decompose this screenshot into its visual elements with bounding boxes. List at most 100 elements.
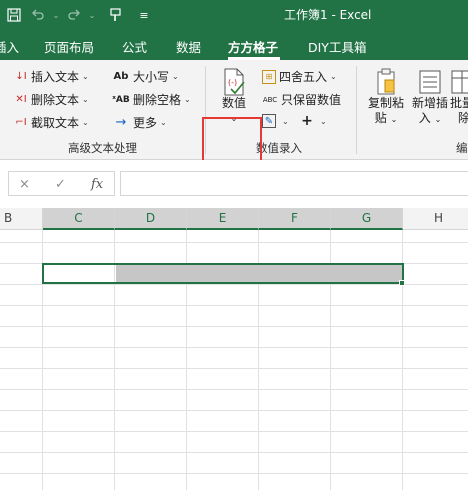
- insert-function-icon[interactable]: fx: [91, 177, 103, 192]
- extract-text-label: 截取文本: [31, 116, 80, 130]
- fill-handle[interactable]: [399, 280, 405, 286]
- delete-text-icon: ✕I: [15, 94, 27, 105]
- formula-input[interactable]: [120, 171, 468, 196]
- keep-value-label: 只保留数值: [281, 93, 342, 107]
- group-separator: [356, 66, 357, 154]
- column-header-c[interactable]: C: [43, 208, 115, 230]
- case-label: 大小写: [133, 70, 170, 84]
- grid-line: [0, 431, 468, 432]
- column-header-f[interactable]: F: [259, 208, 331, 230]
- selected-range[interactable]: [42, 263, 404, 284]
- delete-space-button[interactable]: ˣAB 删除空格 ⌄: [112, 91, 191, 108]
- grid-line: [0, 305, 468, 306]
- more-button[interactable]: → 更多 ⌄: [112, 114, 167, 131]
- formula-controls: × ✓ fx: [8, 171, 115, 196]
- keep-value-button[interactable]: ABC 只保留数值: [262, 91, 341, 108]
- delete-space-label: 删除空格: [133, 93, 182, 107]
- more-label: 更多: [133, 116, 158, 130]
- customize-qat-icon[interactable]: ≡: [134, 5, 154, 25]
- title-bar: ⌄ ⌄ ≡ 工作簿1 - Excel: [0, 0, 468, 30]
- grid-line: [0, 368, 468, 369]
- value-label: 数值: [221, 96, 246, 110]
- column-header-e[interactable]: E: [187, 208, 259, 230]
- grid-line: [0, 389, 468, 390]
- column-header-h[interactable]: H: [403, 208, 468, 230]
- insert-text-icon: ↓I: [15, 71, 27, 82]
- copy-paste-label: 复制粘: [367, 96, 404, 110]
- batch-delete-icon: [450, 68, 468, 96]
- new-insert-label-2: 入 ⌄: [418, 111, 442, 125]
- save-icon[interactable]: [4, 5, 24, 25]
- redo-dropdown-icon[interactable]: ⌄: [82, 5, 102, 25]
- case-icon: Ab: [113, 71, 129, 82]
- new-insert-label: 新增插: [411, 96, 448, 110]
- grid-line: [0, 410, 468, 411]
- keep-value-icon: ABC: [262, 95, 278, 104]
- round-icon: ⊞: [262, 69, 276, 84]
- redo-icon[interactable]: [64, 5, 84, 25]
- chevron-down-icon: ⌄: [82, 95, 89, 104]
- extract-text-icon: ⌐I: [15, 117, 27, 128]
- chevron-down-icon: ⌄: [82, 72, 89, 81]
- undo-dropdown-icon[interactable]: ⌄: [46, 5, 66, 25]
- column-header-g[interactable]: G: [331, 208, 403, 230]
- column-header-b[interactable]: B: [0, 208, 43, 230]
- tab-insert[interactable]: 插入: [0, 37, 19, 56]
- arrow-right-icon: →: [115, 115, 127, 130]
- chevron-down-icon: ⌄: [184, 95, 191, 104]
- add-dropdown-button[interactable]: + ⌄: [300, 113, 327, 129]
- chevron-down-icon: ⌄: [320, 116, 327, 126]
- formula-bar: × ✓ fx: [0, 160, 468, 208]
- paint-format-icon[interactable]: [106, 5, 126, 25]
- worksheet-grid[interactable]: [0, 230, 468, 490]
- grid-line: [0, 242, 468, 243]
- grid-line: [0, 473, 468, 474]
- delete-text-button[interactable]: ✕I 删除文本 ⌄: [14, 91, 89, 108]
- group-label-edit: 编: [456, 141, 468, 155]
- value-icon: (-): [222, 68, 246, 96]
- selected-range-fill: [116, 265, 402, 282]
- copy-paste-button[interactable]: 复制粘 贴 ⌄: [364, 68, 408, 127]
- tab-data[interactable]: 数据: [176, 37, 201, 56]
- chevron-down-icon: ⌄: [172, 72, 179, 81]
- tab-formulas[interactable]: 公式: [122, 37, 147, 56]
- tab-page-layout[interactable]: 页面布局: [44, 37, 94, 56]
- grid-line: [0, 284, 468, 285]
- tab-fangfang[interactable]: 方方格子: [228, 37, 278, 56]
- insert-rows-icon: [418, 68, 442, 96]
- insert-text-button[interactable]: ↓I 插入文本 ⌄: [14, 68, 89, 85]
- round-button[interactable]: ⊞ 四舍五入 ⌄: [262, 68, 337, 85]
- chevron-down-icon: ⌄: [282, 116, 289, 126]
- group-label-number: 数值录入: [256, 141, 302, 155]
- group-label-text: 高级文本处理: [68, 141, 137, 155]
- extract-text-button[interactable]: ⌐I 截取文本 ⌄: [14, 114, 89, 131]
- edit-icon: ✎: [262, 114, 276, 128]
- ribbon-tabs: 插入 页面布局 公式 数据 方方格子 DIY工具箱: [0, 30, 468, 60]
- undo-icon[interactable]: [28, 5, 48, 25]
- batch-delete-label-2: 除: [458, 111, 468, 125]
- round-label: 四舍五入: [279, 70, 328, 84]
- delete-space-icon: ˣAB: [112, 94, 130, 105]
- batch-delete-button[interactable]: 批量 除: [450, 68, 468, 126]
- case-button[interactable]: Ab 大小写 ⌄: [112, 68, 179, 85]
- new-insert-button[interactable]: 新增插 入 ⌄: [410, 68, 450, 127]
- svg-text:(-): (-): [228, 78, 237, 87]
- grid-line: [0, 347, 468, 348]
- chevron-down-icon: ⌄: [82, 118, 89, 127]
- delete-text-label: 删除文本: [31, 93, 80, 107]
- plus-icon: +: [301, 113, 313, 129]
- grid-line: [0, 326, 468, 327]
- copy-paste-label-2: 贴 ⌄: [374, 111, 398, 125]
- cancel-icon[interactable]: ×: [19, 177, 30, 192]
- chevron-down-icon: ⌄: [330, 72, 337, 81]
- tab-diy-toolbox[interactable]: DIY工具箱: [308, 37, 366, 56]
- column-header-d[interactable]: D: [115, 208, 187, 230]
- enter-icon[interactable]: ✓: [55, 177, 66, 192]
- clipboard-icon: [374, 68, 398, 96]
- batch-delete-label: 批量: [450, 96, 468, 110]
- chevron-down-icon: ⌄: [160, 118, 167, 127]
- edit-dropdown-button[interactable]: ✎ ⌄: [262, 114, 289, 128]
- insert-text-label: 插入文本: [31, 70, 80, 84]
- ribbon: ↓I 插入文本 ⌄ ✕I 删除文本 ⌄ ⌐I 截取文本 ⌄ Ab 大小写 ⌄ ˣ…: [0, 60, 468, 188]
- window-title: 工作簿1 - Excel: [284, 8, 372, 22]
